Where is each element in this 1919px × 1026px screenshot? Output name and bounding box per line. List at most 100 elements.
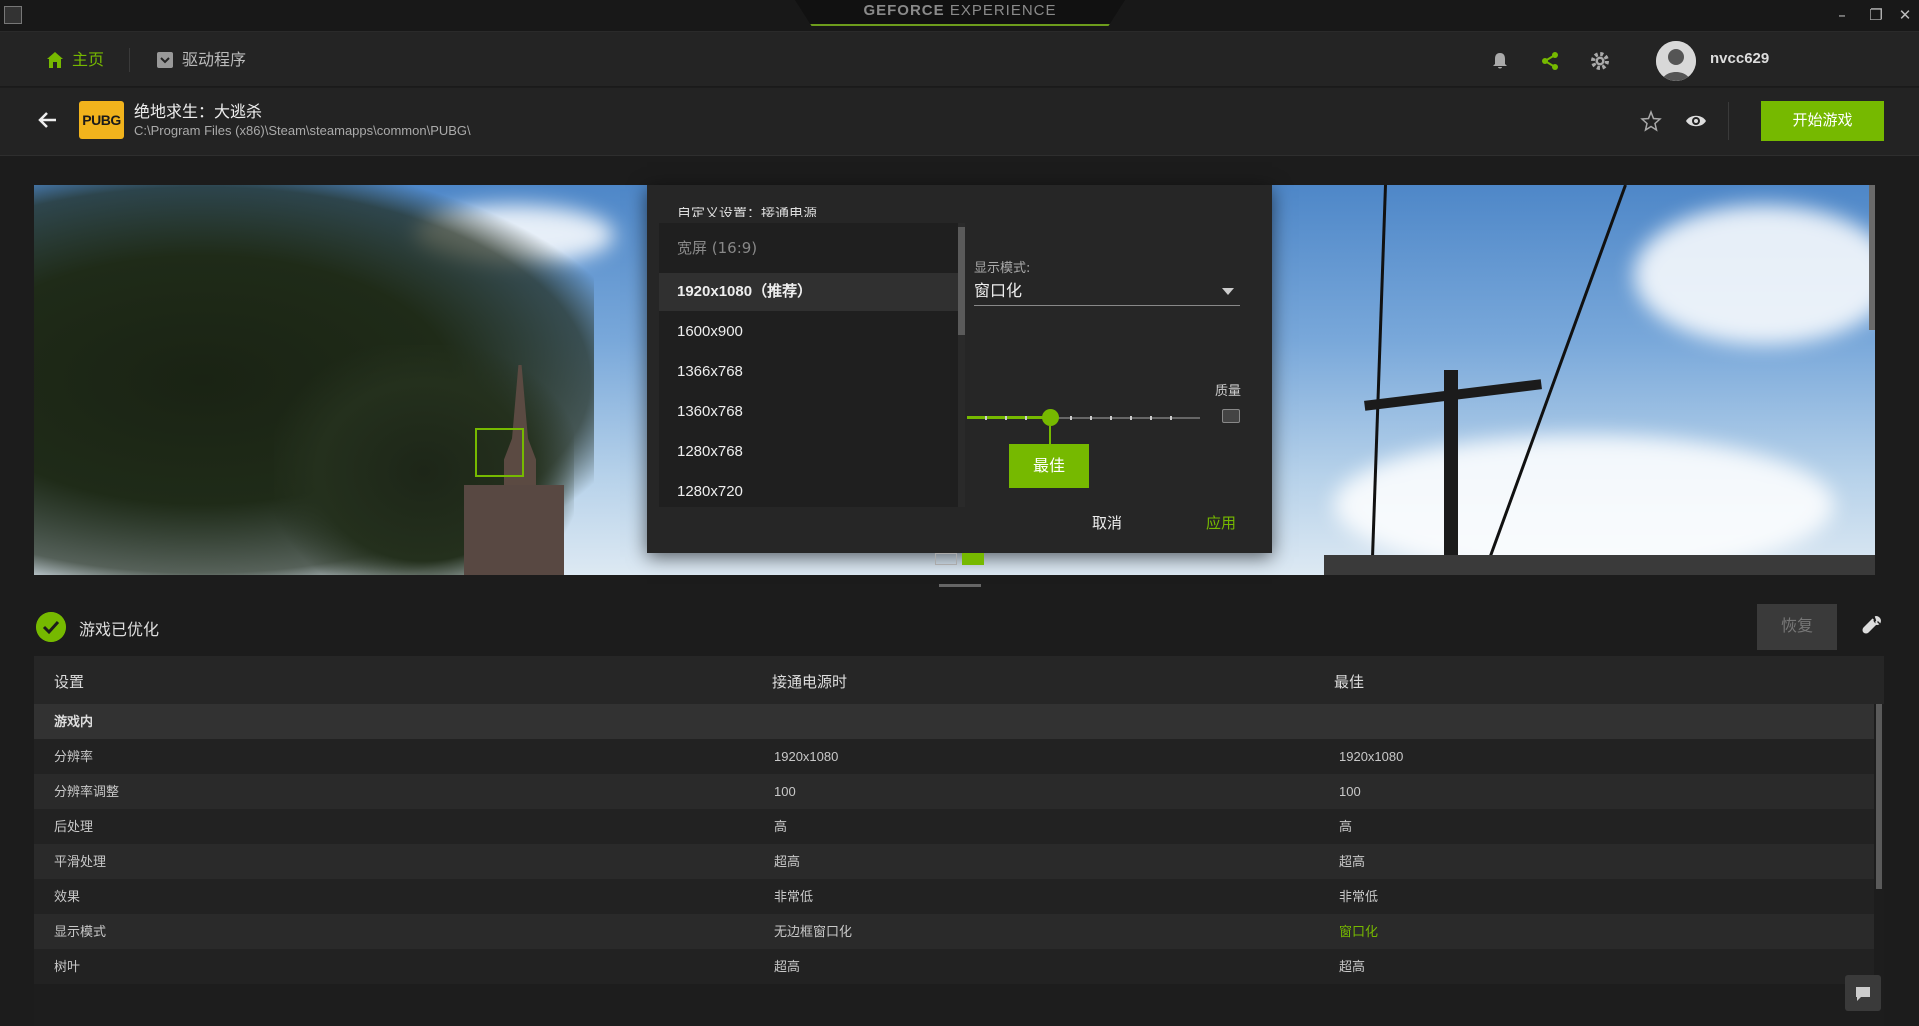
game-logo: PUBG — [79, 101, 124, 139]
resolution-option[interactable]: 1280x768 — [659, 433, 959, 471]
slider-tick — [1005, 416, 1007, 420]
avatar[interactable] — [1656, 41, 1696, 81]
pager-indicator[interactable] — [935, 553, 957, 565]
username[interactable]: nvcc629 — [1710, 50, 1769, 67]
scroll-thumb[interactable] — [958, 227, 965, 335]
setting-current: 超高 — [774, 959, 801, 974]
gear-icon[interactable] — [1589, 50, 1611, 72]
wrench-icon[interactable] — [1860, 614, 1884, 638]
column-header-setting: 设置 — [54, 673, 85, 691]
resolution-scrollbar[interactable] — [958, 223, 965, 507]
church-base — [464, 485, 564, 575]
setting-name: 树叶 — [54, 959, 81, 974]
bell-icon[interactable] — [1489, 50, 1511, 72]
apply-button[interactable]: 应用 — [1206, 512, 1236, 533]
column-header-current: 接通电源时 — [772, 673, 848, 691]
share-icon[interactable] — [1539, 50, 1561, 72]
resolution-group-header: 宽屏 (16:9) — [677, 239, 758, 257]
resolution-option[interactable]: 1366x768 — [659, 353, 959, 391]
cancel-button[interactable]: 取消 — [1092, 512, 1122, 533]
close-button[interactable]: ✕ — [1893, 4, 1917, 26]
back-arrow-icon[interactable] — [36, 108, 60, 132]
resolution-option[interactable]: 1920x1080（推荐） — [659, 273, 959, 311]
slider-tick — [1025, 416, 1027, 420]
table-scrollbar[interactable] — [1876, 704, 1882, 889]
table-row: 平滑处理 超高 超高 — [34, 844, 1874, 879]
setting-name: 分辨率调整 — [54, 784, 120, 799]
best-quality-button[interactable]: 最佳 — [1009, 444, 1089, 488]
quality-slider-fill — [967, 416, 1050, 419]
setting-best: 超高 — [1339, 854, 1366, 869]
optimized-status: 游戏已优化 — [79, 620, 160, 639]
nav-drivers-tab[interactable]: 驱动程序 — [156, 49, 246, 71]
setting-best: 超高 — [1339, 959, 1366, 974]
table-row: 分辨率 1920x1080 1920x1080 — [34, 739, 1874, 774]
rooftop — [1324, 555, 1875, 575]
nav-drivers-label: 驱动程序 — [182, 50, 247, 69]
resolution-option[interactable]: 1360x768 — [659, 393, 959, 431]
resolution-option[interactable]: 1600x900 — [659, 313, 959, 351]
table-row: 后处理 高 高 — [34, 809, 1874, 844]
setting-best: 1920x1080 — [1339, 749, 1404, 764]
game-header: PUBG 绝地求生：大逃杀 C:\Program Files (x86)\Ste… — [0, 88, 1919, 156]
table-header: 设置 接通电源时 最佳 — [34, 656, 1884, 704]
star-icon[interactable] — [1640, 110, 1662, 132]
pager-indicator-active[interactable] — [962, 553, 984, 565]
custom-settings-panel: 自定义设置：接通电源 宽屏 (16:9) 1920x1080（推荐） 1600x… — [647, 185, 1272, 553]
slider-stem — [1049, 426, 1051, 444]
quality-slider-handle[interactable] — [1042, 409, 1059, 426]
title-bar: GEFORCE EXPERIENCE – ❐ ✕ — [0, 0, 1919, 32]
header-divider — [1728, 102, 1729, 140]
panel-title: 自定义设置：接通电源 — [677, 207, 817, 217]
setting-name: 显示模式 — [54, 924, 107, 939]
feedback-button[interactable] — [1845, 975, 1881, 1011]
game-title: 绝地求生：大逃杀 — [134, 102, 263, 121]
home-icon — [47, 52, 63, 68]
section-label: 游戏内 — [54, 714, 94, 729]
setting-best: 100 — [1339, 784, 1361, 799]
table-row: 树叶 超高 超高 — [34, 949, 1874, 984]
maximize-button[interactable]: ❐ — [1864, 4, 1888, 26]
chevron-down-icon — [1222, 288, 1234, 295]
quality-label: 质量 — [1215, 384, 1242, 399]
setting-current: 非常低 — [774, 889, 814, 904]
setting-name: 分辨率 — [54, 749, 94, 764]
launch-game-button[interactable]: 开始游戏 — [1761, 101, 1884, 141]
utility-pole — [1444, 370, 1458, 575]
nav-divider — [129, 48, 130, 72]
eye-icon[interactable] — [1685, 110, 1707, 132]
minimize-button[interactable]: – — [1830, 4, 1854, 26]
table-section-row: 游戏内 — [34, 704, 1874, 739]
table-row: 效果 非常低 非常低 — [34, 879, 1874, 914]
setting-current: 1920x1080 — [774, 749, 839, 764]
slider-tick — [985, 416, 987, 420]
cloud — [1634, 205, 1875, 345]
setting-best: 高 — [1339, 819, 1353, 834]
resize-handle[interactable] — [939, 584, 981, 587]
slider-tick — [1130, 416, 1132, 420]
table-row: 分辨率调整 100 100 — [34, 774, 1874, 809]
brand-bold: GEFORCE — [863, 2, 945, 19]
restore-button[interactable]: 恢复 — [1757, 604, 1837, 650]
setting-current: 高 — [774, 819, 788, 834]
app-brand: GEFORCE EXPERIENCE — [795, 0, 1125, 26]
slider-tick — [1070, 416, 1072, 420]
display-mode-label: 显示模式: — [974, 261, 1031, 276]
slider-tick — [1110, 416, 1112, 420]
display-mode-select[interactable]: 窗口化 — [974, 278, 1240, 306]
game-install-path: C:\Program Files (x86)\Steam\steamapps\c… — [134, 123, 471, 138]
table-row: 显示模式 无边框窗口化 窗口化 — [34, 914, 1874, 949]
resolution-option[interactable]: 1280x720 — [659, 473, 959, 507]
hero-scrollbar[interactable] — [1869, 185, 1875, 330]
display-mode-value: 窗口化 — [974, 281, 1023, 300]
driver-icon — [157, 52, 173, 68]
monitor-icon — [1222, 409, 1240, 423]
resolution-list[interactable]: 宽屏 (16:9) 1920x1080（推荐） 1600x900 1366x76… — [659, 223, 959, 507]
settings-table: 设置 接通电源时 最佳 游戏内 分辨率 1920x1080 1920x1080 … — [34, 656, 1884, 1026]
setting-name: 后处理 — [54, 819, 94, 834]
slider-tick — [1150, 416, 1152, 420]
nav-home-tab[interactable]: 主页 — [46, 49, 104, 71]
slider-tick — [1170, 416, 1172, 420]
chat-icon — [1856, 987, 1870, 1001]
top-nav: 主页 驱动程序 nvcc629 — [0, 32, 1919, 87]
